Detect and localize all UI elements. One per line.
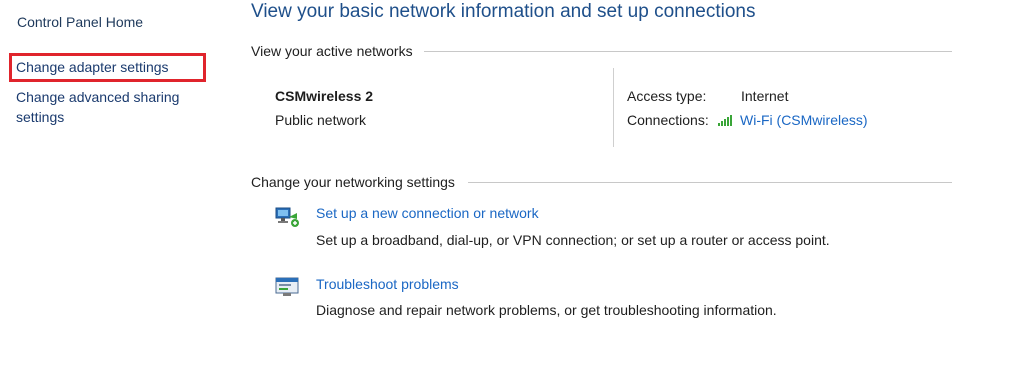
network-category[interactable]: Public network [275, 111, 366, 129]
troubleshoot-icon [275, 275, 301, 299]
section-divider [468, 182, 952, 183]
new-connection-icon [275, 205, 301, 229]
wifi-connection-link[interactable]: Wi-Fi (CSMwireless) [718, 111, 868, 129]
troubleshoot-description: Diagnose and repair network problems, or… [316, 302, 777, 318]
section-divider [424, 51, 952, 52]
access-type-value: Internet [741, 88, 789, 104]
network-name: CSMwireless 2 [275, 88, 374, 104]
change-settings-heading: Change your networking settings [251, 174, 455, 190]
sidebar: Control Panel Home Change adapter settin… [0, 0, 230, 381]
page-title: View your basic network information and … [251, 1, 756, 22]
change-advanced-sharing-link[interactable]: Change advanced sharing settings [16, 87, 206, 127]
connections-label: Connections: [627, 112, 709, 128]
access-type-label: Access type: [627, 88, 707, 104]
troubleshoot-link[interactable]: Troubleshoot problems [316, 275, 459, 293]
vertical-divider [613, 68, 614, 147]
wifi-connection-label[interactable]: Wi-Fi (CSMwireless) [740, 111, 868, 129]
network-and-sharing-center: Control Panel Home Change adapter settin… [0, 0, 1024, 381]
control-panel-home-link[interactable]: Control Panel Home [17, 12, 143, 32]
active-networks-heading: View your active networks [251, 43, 413, 59]
setup-connection-description: Set up a broadband, dial-up, or VPN conn… [316, 232, 830, 248]
change-adapter-settings-link[interactable]: Change adapter settings [16, 57, 169, 77]
setup-connection-link[interactable]: Set up a new connection or network [316, 204, 539, 222]
wifi-signal-icon [718, 114, 736, 126]
